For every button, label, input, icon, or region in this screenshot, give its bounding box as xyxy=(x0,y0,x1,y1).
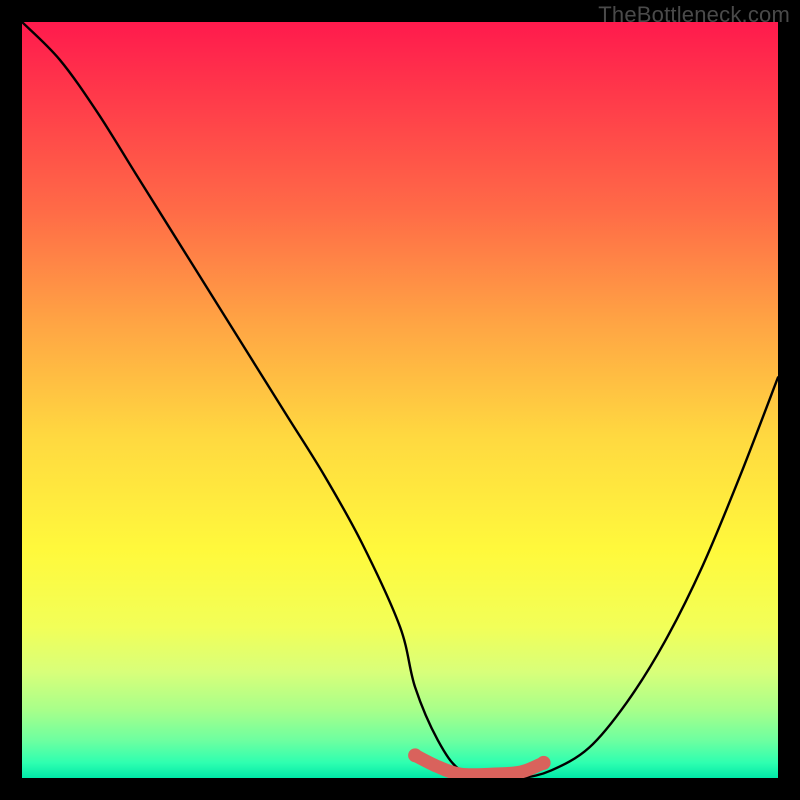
bottleneck-chart xyxy=(22,22,778,778)
marker-dot-start xyxy=(408,748,422,762)
bottleneck-curve xyxy=(22,22,778,778)
marker-dot-end xyxy=(537,756,551,770)
watermark-text: TheBottleneck.com xyxy=(598,2,790,28)
optimal-zone-marker xyxy=(415,755,544,775)
